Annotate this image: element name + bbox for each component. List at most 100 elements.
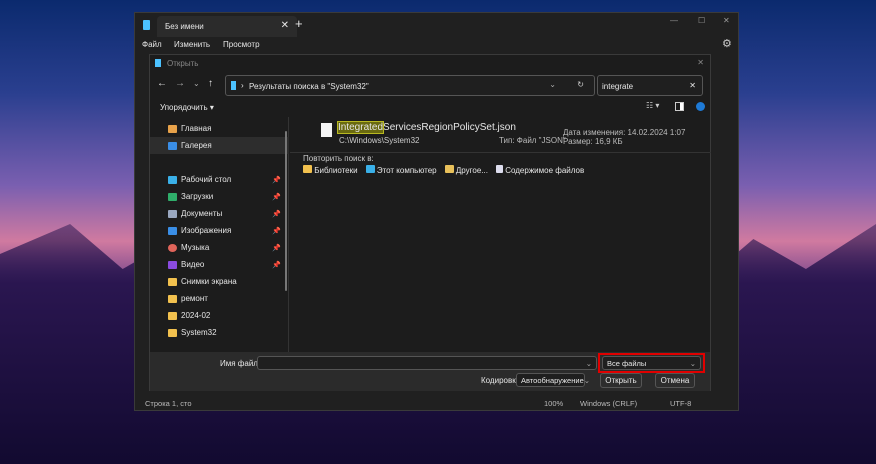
address-text: Результаты поиска в "System32" [249, 82, 369, 91]
document-icon [495, 165, 503, 173]
navigation-pane: Главная Галерея Рабочий стол 📌 Загрузки 📌 … [150, 117, 289, 352]
recent-dropdown[interactable]: ⌄ [193, 79, 200, 88]
organize-button[interactable]: Упорядочить ▾ [160, 103, 214, 112]
sidebar-item-screenshots[interactable]: Снимки экрана [150, 273, 289, 290]
desktop-icon [168, 175, 177, 184]
other-link[interactable]: Другое... [444, 165, 488, 175]
folder-icon [303, 165, 312, 173]
pin-icon[interactable]: 📌 [272, 244, 281, 252]
documents-icon [168, 209, 177, 218]
pin-icon[interactable]: 📌 [272, 176, 281, 184]
sidebar-item-pictures[interactable]: Изображения 📌 [150, 222, 289, 239]
sidebar-item-remont[interactable]: ремонт [150, 290, 289, 307]
preview-pane-icon[interactable] [675, 102, 684, 111]
encoding-select[interactable]: Автообнаружение ⌄ [516, 373, 590, 387]
help-icon[interactable] [696, 102, 705, 111]
menu-file[interactable]: Файл [142, 40, 162, 49]
option-label: Другое... [455, 166, 488, 175]
clear-search-icon[interactable]: ✕ [689, 81, 696, 90]
result-modified: Дата изменения: 14.02.2024 1:07 [563, 128, 686, 137]
sidebar-item-home[interactable]: Главная [150, 120, 289, 137]
this-pc-link[interactable]: Этот компьютер [365, 165, 437, 175]
back-button[interactable]: ← [157, 78, 167, 89]
dialog-icon [155, 59, 161, 67]
sidebar-item-label: Снимки экрана [181, 277, 237, 286]
result-type: Тип: Файл "JSON" [499, 136, 566, 145]
file-contents-link[interactable]: Содержимое файлов [495, 165, 584, 175]
sidebar-item-gallery[interactable]: Галерея [150, 137, 289, 154]
folder-icon [168, 328, 177, 337]
download-icon [168, 192, 177, 201]
sidebar-item-downloads[interactable]: Загрузки 📌 [150, 188, 289, 205]
cancel-label: Отмена [660, 376, 690, 385]
sidebar-item-desktop[interactable]: Рабочий стол 📌 [150, 171, 289, 188]
chevron-right-icon: › [241, 81, 244, 90]
music-icon [168, 243, 177, 252]
status-zoom[interactable]: 100% [544, 399, 563, 408]
sidebar-item-label: Галерея [181, 141, 212, 150]
computer-icon [365, 165, 375, 173]
chevron-down-icon: ⌄ [583, 375, 591, 385]
search-result-item[interactable]: IntegratedServicesRegionPolicySet.json C… [290, 117, 711, 153]
pin-icon[interactable]: 📌 [272, 193, 281, 201]
status-encoding[interactable]: UTF-8 [670, 399, 691, 408]
sidebar-item-label: System32 [181, 328, 217, 337]
sidebar-item-documents[interactable]: Документы 📌 [150, 205, 289, 222]
open-button[interactable]: Открыть [600, 373, 642, 388]
up-button[interactable]: ↑ [208, 78, 213, 89]
address-bar[interactable]: › Результаты поиска в "System32" ⌄ ↻ [225, 75, 595, 96]
filename-input[interactable]: ⌄ [257, 356, 597, 370]
menu-view[interactable]: Просмотр [223, 40, 260, 49]
pin-icon[interactable]: 📌 [272, 261, 281, 269]
sidebar-item-label: ремонт [181, 294, 208, 303]
close-button[interactable]: ✕ [723, 16, 730, 25]
dialog-close-button[interactable]: ✕ [697, 58, 704, 67]
sidebar-item-label: Видео [181, 260, 205, 269]
gallery-icon [168, 141, 177, 150]
tab-title: Без имени [165, 22, 204, 31]
option-label: Библиотеки [314, 166, 358, 175]
sidebar-scrollbar[interactable] [285, 131, 287, 291]
cancel-button[interactable]: Отмена [655, 373, 695, 388]
sidebar-item-2024-02[interactable]: 2024-02 [150, 307, 289, 324]
libraries-link[interactable]: Библиотеки [303, 165, 358, 175]
result-name-rest: ServicesRegionPolicySet.json [383, 122, 516, 133]
status-bar: Строка 1, сто 100% Windows (CRLF) UTF-8 [135, 395, 738, 411]
maximize-button[interactable]: ☐ [698, 16, 705, 25]
tab-untitled[interactable]: Без имени ✕ [157, 16, 297, 37]
filetype-select[interactable]: Все файлы ⌄ [602, 356, 701, 370]
sidebar-item-label: 2024-02 [181, 311, 211, 320]
sidebar-item-system32[interactable]: System32 [150, 324, 289, 341]
view-options-icon[interactable]: ☷ ▾ [646, 101, 659, 110]
result-name-match: Integrated [336, 121, 385, 134]
menu-edit[interactable]: Изменить [174, 40, 210, 49]
pin-icon[interactable]: 📌 [272, 210, 281, 218]
location-icon [231, 81, 236, 90]
open-dialog: Открыть ✕ ← → ⌄ ↑ › Результаты поиска в … [149, 54, 711, 391]
result-size: Размер: 16,9 КБ [563, 137, 623, 146]
sidebar-item-music[interactable]: Музыка 📌 [150, 239, 289, 256]
folder-icon [168, 277, 177, 286]
sidebar-item-label: Музыка [181, 243, 210, 252]
sidebar-item-label: Рабочий стол [181, 175, 232, 184]
forward-button[interactable]: → [175, 78, 185, 89]
notepad-window: Без имени ✕ + — ☐ ✕ Файл Изменить Просмо… [134, 12, 739, 411]
pin-icon[interactable]: 📌 [272, 227, 281, 235]
home-icon [168, 124, 177, 133]
settings-gear-icon[interactable]: ⚙ [722, 37, 732, 50]
status-line-ending[interactable]: Windows (CRLF) [580, 399, 637, 408]
search-input[interactable]: integrate ✕ [597, 75, 703, 96]
chevron-down-icon[interactable]: ⌄ [586, 359, 592, 368]
close-tab-icon[interactable]: ✕ [281, 20, 289, 31]
video-icon [168, 260, 177, 269]
minimize-button[interactable]: — [670, 16, 678, 25]
folder-icon [168, 311, 177, 320]
search-value: integrate [602, 82, 634, 91]
sidebar-item-videos[interactable]: Видео 📌 [150, 256, 289, 273]
refresh-icon[interactable]: ↻ [577, 80, 584, 89]
organize-label: Упорядочить [160, 103, 208, 112]
filetype-value: Все файлы [607, 358, 647, 368]
address-dropdown[interactable]: ⌄ [549, 80, 556, 89]
notepad-icon [143, 20, 150, 30]
new-tab-button[interactable]: + [295, 16, 303, 31]
